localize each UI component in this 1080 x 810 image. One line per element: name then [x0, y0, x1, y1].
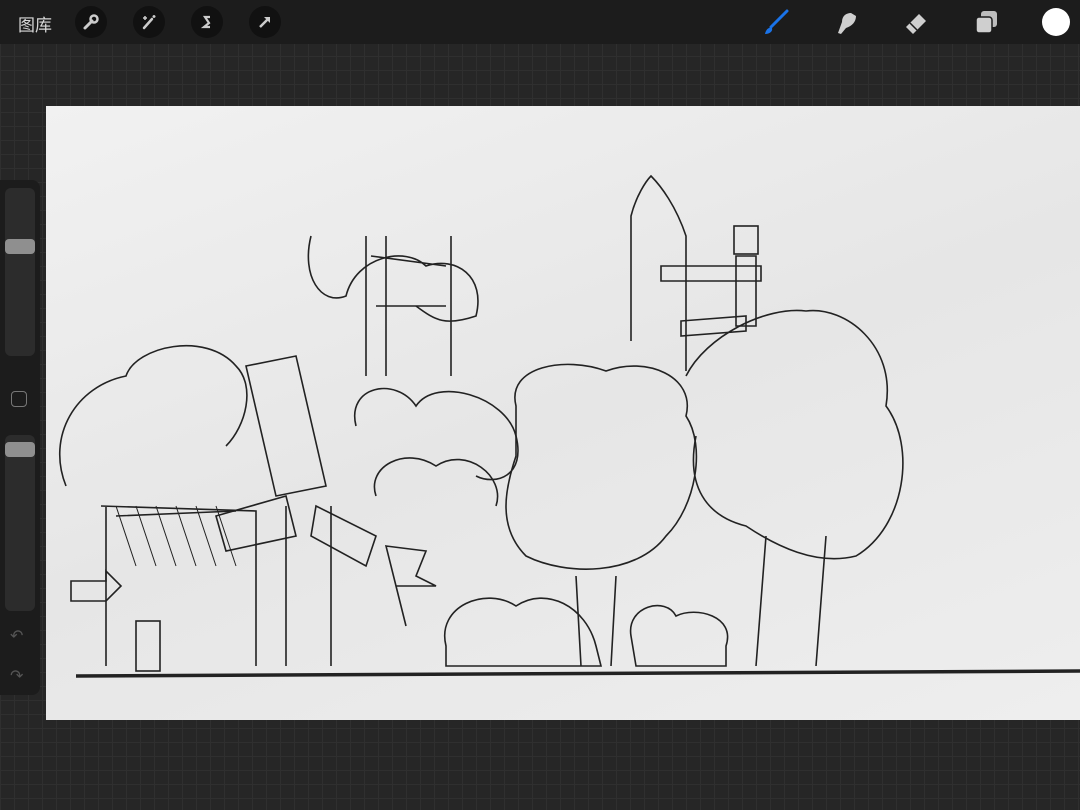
left-sidebar: ↶ ↷: [0, 180, 40, 695]
color-swatch[interactable]: [1039, 6, 1073, 38]
selection-icon[interactable]: [191, 6, 223, 38]
transform-arrow-icon[interactable]: [249, 6, 281, 38]
brush-size-thumb[interactable]: [5, 239, 35, 254]
layers-icon[interactable]: [969, 6, 1003, 38]
eraser-icon[interactable]: [899, 6, 933, 38]
gallery-button[interactable]: 图库: [18, 11, 52, 36]
brush-icon[interactable]: [759, 6, 793, 38]
brush-size-slider[interactable]: [5, 188, 35, 356]
pencil-sketch-artwork: [58, 174, 1080, 678]
wrench-icon[interactable]: [75, 6, 107, 38]
opacity-slider[interactable]: [5, 435, 35, 611]
smudge-icon[interactable]: [829, 6, 863, 38]
drawing-canvas[interactable]: [46, 106, 1080, 720]
redo-button[interactable]: ↷: [10, 666, 23, 685]
top-toolbar: 图库: [0, 0, 1080, 44]
modify-button[interactable]: [11, 391, 27, 407]
undo-button[interactable]: ↶: [10, 626, 23, 645]
opacity-thumb[interactable]: [5, 442, 35, 457]
magic-wand-icon[interactable]: [133, 6, 165, 38]
